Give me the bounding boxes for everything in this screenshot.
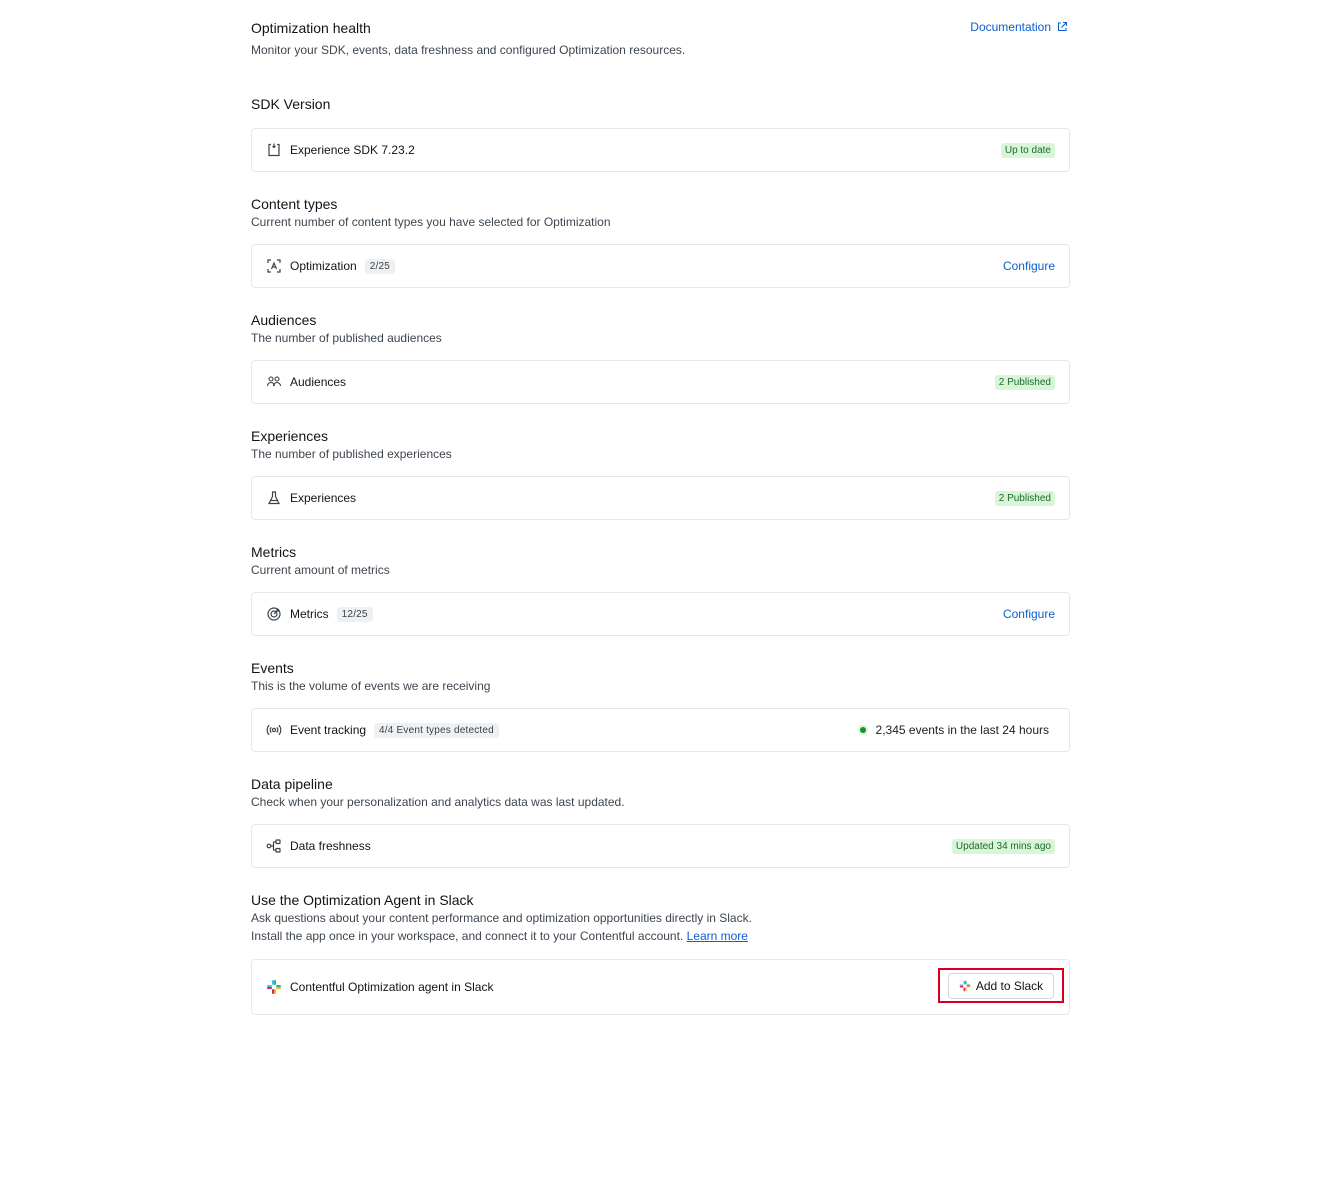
content-types-label: Optimization [290,259,357,273]
optimization-health-page: Optimization health Monitor your SDK, ev… [251,0,1070,1015]
slack-title: Use the Optimization Agent in Slack [251,892,474,908]
experiences-section: Experiences The number of published expe… [251,427,1070,520]
sdk-status-badge: Up to date [1000,142,1055,158]
pipeline-status-wrap: Updated 34 mins ago [951,838,1055,854]
events-volume: 2,345 events in the last 24 hours [857,723,1049,737]
slack-label: Contentful Optimization agent in Slack [290,980,494,994]
external-link-icon [1057,21,1068,32]
learn-more-link[interactable]: Learn more [687,929,748,943]
audiences-label: Audiences [290,375,347,389]
audiences-title: Audiences [251,312,317,328]
slack-description-line2-text: Install the app once in your workspace, … [251,929,684,943]
sdk-label: Experience SDK 7.23.2 [290,143,415,157]
experiences-label: Experiences [290,491,357,505]
sdk-card: Experience SDK 7.23.2 Up to date [251,128,1070,172]
add-to-slack-button[interactable]: Add to Slack [947,972,1055,999]
broadcast-icon [266,722,282,738]
pipeline-description: Check when your personalization and anal… [251,795,625,809]
audiences-description: The number of published audiences [251,331,442,345]
audiences-status-badge: 2 Published [994,374,1055,390]
events-title: Events [251,660,294,676]
target-icon [266,606,282,622]
sdk-section-title: SDK Version [251,96,331,112]
slack-section: Use the Optimization Agent in Slack Ask … [251,891,1070,1015]
content-types-count-badge: 2/25 [364,258,395,274]
sdk-icon [266,142,282,158]
slack-description-line1: Ask questions about your content perform… [251,911,752,925]
events-count-badge: 4/4 Event types detected [374,722,499,738]
sdk-section: SDK Version Experience SDK 7.23.2 Up to … [251,95,1070,172]
metrics-section: Metrics Current amount of metrics Metric… [251,543,1070,636]
metrics-label: Metrics [290,607,329,621]
pipeline-label: Data freshness [290,839,371,853]
audiences-status-wrap: 2 Published [994,374,1055,390]
experiences-status-wrap: 2 Published [994,490,1055,506]
pipeline-title: Data pipeline [251,776,333,792]
metrics-configure-link[interactable]: Configure [1003,607,1055,621]
content-types-configure-link[interactable]: Configure [1003,259,1055,273]
content-types-description: Current number of content types you have… [251,215,611,229]
users-icon [266,374,282,390]
slack-logo-icon [266,979,282,995]
pipeline-status-badge: Updated 34 mins ago [951,838,1055,854]
audiences-section: Audiences The number of published audien… [251,311,1070,404]
metrics-count-badge: 12/25 [336,606,373,622]
status-dot-icon [857,725,868,735]
events-volume-wrap: 2,345 events in the last 24 hours [857,723,1055,737]
experiences-card: Experiences 2 Published [251,476,1070,520]
metrics-card: Metrics 12/25 Configure [251,592,1070,636]
content-types-section: Content types Current number of content … [251,195,1070,288]
pipeline-card: Data freshness Updated 34 mins ago [251,824,1070,868]
pipeline-icon [266,838,282,854]
slack-button-logo-icon [959,980,971,991]
page-subtitle: Monitor your SDK, events, data freshness… [251,43,686,57]
experiences-title: Experiences [251,428,329,444]
documentation-link[interactable]: Documentation [970,20,1068,34]
events-label: Event tracking [290,723,367,737]
slack-card: Contentful Optimization agent in Slack A… [251,959,1070,1015]
audiences-card: Audiences 2 Published [251,360,1070,404]
content-types-card: Optimization 2/25 Configure [251,244,1070,288]
pipeline-section: Data pipeline Check when your personaliz… [251,775,1070,868]
events-description: This is the volume of events we are rece… [251,679,491,693]
events-section: Events This is the volume of events we a… [251,659,1070,752]
experiences-description: The number of published experiences [251,447,452,461]
metrics-title: Metrics [251,544,297,560]
sdk-status-wrap: Up to date [1000,142,1055,158]
content-type-icon [266,258,282,274]
metrics-action-wrap: Configure [1003,607,1055,621]
flask-icon [266,490,282,506]
page-header: Optimization health Monitor your SDK, ev… [251,19,1070,91]
page-title: Optimization health [251,20,371,36]
metrics-description: Current amount of metrics [251,563,390,577]
content-types-title: Content types [251,196,338,212]
slack-description-line2: Install the app once in your workspace, … [251,928,1070,945]
events-card: Event tracking 4/4 Event types detected … [251,708,1070,752]
add-to-slack-highlight: Add to Slack [938,968,1064,1003]
add-to-slack-label: Add to Slack [975,978,1044,993]
events-volume-text: 2,345 events in the last 24 hours [875,723,1049,737]
experiences-status-badge: 2 Published [994,490,1055,506]
documentation-label: Documentation [970,20,1051,34]
content-types-action-wrap: Configure [1003,259,1055,273]
